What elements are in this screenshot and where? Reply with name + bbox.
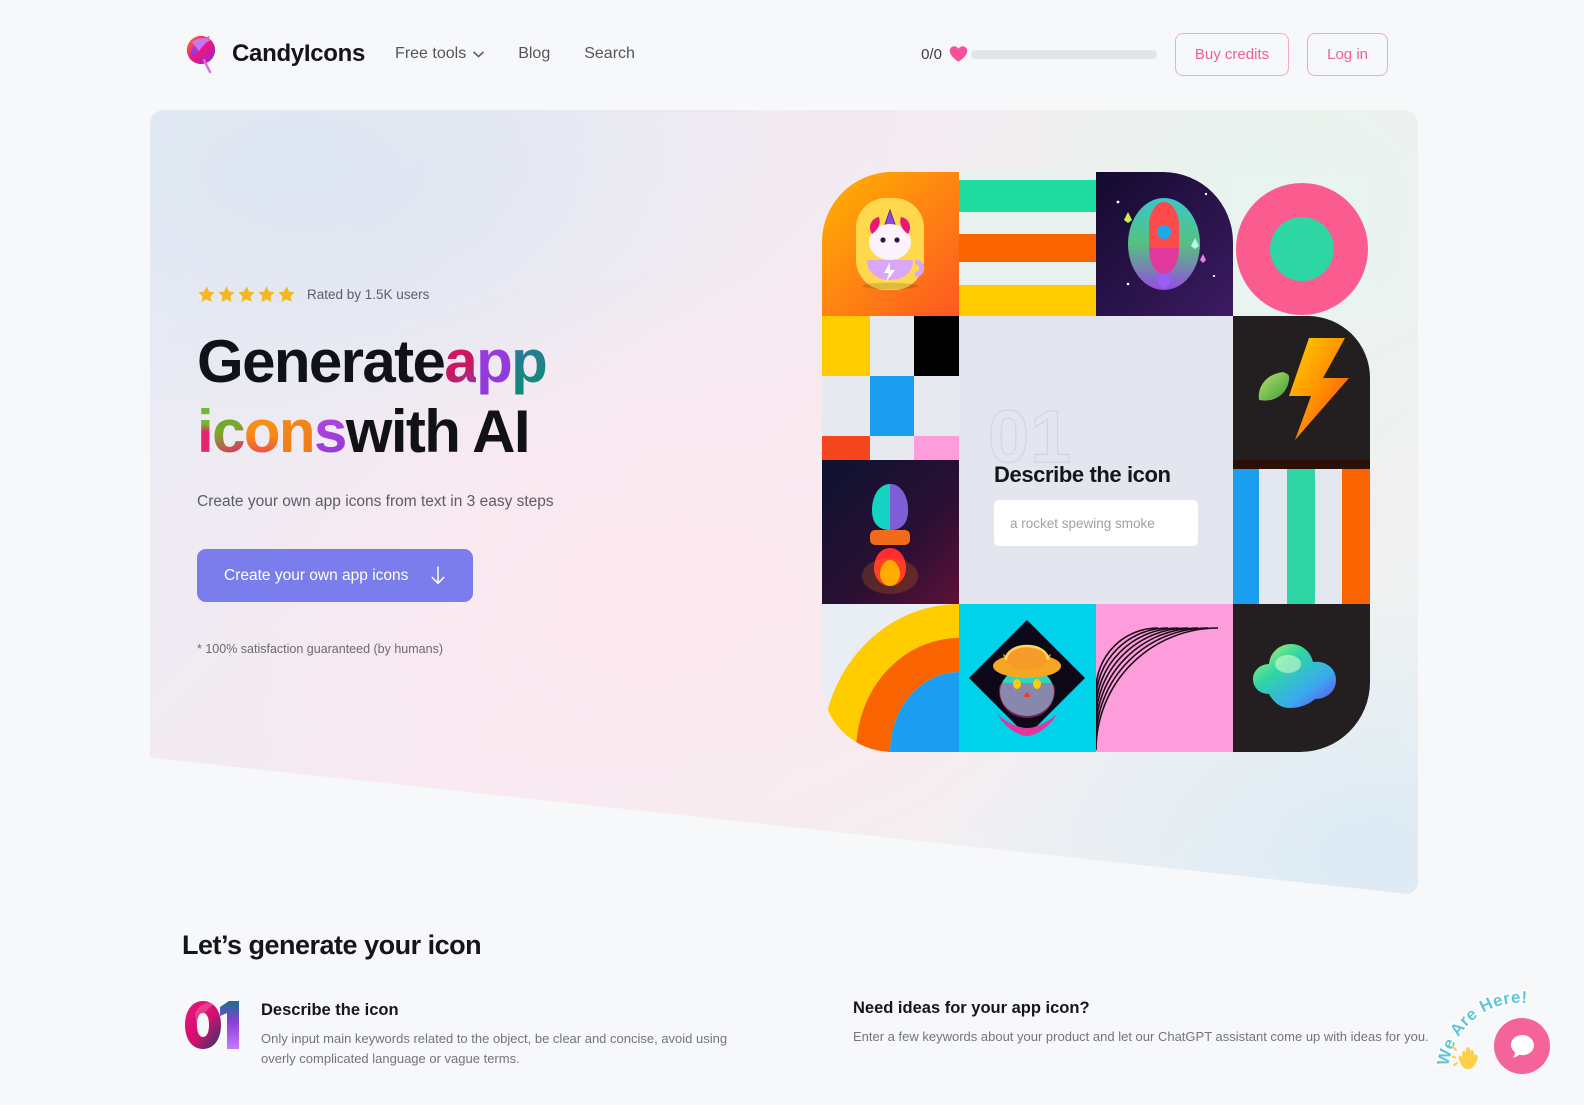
site-header: CandyIcons Free tools Blog Search 0/0 Bu… xyxy=(0,0,1584,108)
page-title: Generate app icons with AI xyxy=(197,327,717,467)
header-actions: 0/0 Buy credits Log in xyxy=(921,32,1388,76)
star-rating xyxy=(197,285,296,304)
headline-letter-p2: p xyxy=(511,327,548,397)
pink-line-arc-icon xyxy=(1096,604,1233,752)
collage-tile-pink-line-arc xyxy=(1096,604,1233,752)
page-root: CandyIcons Free tools Blog Search 0/0 Bu… xyxy=(0,0,1584,1105)
create-icons-button[interactable]: Create your own app icons xyxy=(197,549,474,603)
headline-letter-s: s xyxy=(314,397,347,467)
stripes-tile-icon xyxy=(959,172,1096,316)
headline-letter-p1: p xyxy=(476,327,513,397)
step-item-01: Describe the icon Only input main keywor… xyxy=(182,999,734,1069)
chat-open-button[interactable] xyxy=(1494,1018,1550,1074)
waving-hand-icon xyxy=(1452,1046,1478,1069)
collage-tile-rocket-dark xyxy=(822,460,959,604)
star-icon xyxy=(258,286,275,303)
star-icon xyxy=(238,286,255,303)
collage-tile-rainbow-arc xyxy=(822,604,959,752)
pink-donut-icon xyxy=(1233,172,1370,316)
credits-progress-bar xyxy=(970,49,1157,59)
nav-label-blog: Blog xyxy=(518,45,551,62)
star-icon xyxy=(218,286,235,303)
collage-tile-unicorn-in-cup xyxy=(822,172,959,316)
heart-icon xyxy=(949,46,968,62)
checker-squares-icon xyxy=(822,316,959,460)
chat-widget: We Are Here! xyxy=(1432,985,1584,1105)
vertical-stripes-icon xyxy=(1233,460,1370,604)
nav-item-blog[interactable]: Blog xyxy=(518,45,550,63)
guarantee-text: * 100% satisfaction guaranteed (by human… xyxy=(197,642,443,657)
login-button[interactable]: Log in xyxy=(1307,32,1388,76)
collage-tile-rocket-galaxy xyxy=(1096,172,1233,316)
headline-letter-a: a xyxy=(444,327,477,397)
credits-count: 0/0 xyxy=(921,45,942,63)
rating-row: Rated by 1.5K users xyxy=(197,285,717,304)
section-title: Let’s generate your icon xyxy=(182,930,482,960)
credits-meter: 0/0 xyxy=(921,45,1157,63)
create-icons-button-label: Create your own app icons xyxy=(224,566,409,584)
collage-tile-checker-top xyxy=(822,316,959,460)
hero-copy: Rated by 1.5K users Generate app icons wi… xyxy=(197,285,717,656)
buy-credits-button[interactable]: Buy credits xyxy=(1174,32,1290,76)
collage-tile-vertical-stripes xyxy=(1233,460,1370,604)
brand-logo[interactable]: CandyIcons xyxy=(182,32,365,76)
arrow-down-icon xyxy=(431,566,445,585)
collage-tile-stripes xyxy=(959,172,1096,316)
nav-item-search[interactable]: Search xyxy=(584,45,635,63)
panel-title-describe-the-icon: Describe the icon xyxy=(994,462,1171,487)
step-number-01-icon xyxy=(185,1001,239,1049)
star-icon xyxy=(198,286,215,303)
unicorn-in-cup-icon xyxy=(822,172,959,316)
main-nav: Free tools Blog Search xyxy=(395,45,635,63)
hero-subheadline: Create your own app icons from text in 3… xyxy=(197,493,554,511)
cat-in-hat-icon xyxy=(959,604,1096,752)
generate-section: Let’s generate your icon Describe the ic… xyxy=(0,930,1584,1069)
ideas-panel: Need ideas for your app icon? Enter a fe… xyxy=(853,999,1473,1069)
collage-tile-leaf-bolt xyxy=(1233,316,1370,460)
chat-bubble-icon xyxy=(1510,1034,1534,1058)
headline-letter-o: o xyxy=(244,397,281,467)
hero-section: Rated by 1.5K users Generate app icons wi… xyxy=(150,110,1418,895)
rainbow-arc-icon xyxy=(822,604,959,752)
rocket-dark-icon xyxy=(822,460,959,604)
hero-icon-collage: 01 Describe the icon a rocket spewing sm… xyxy=(822,172,1370,752)
steps-row: Describe the icon Only input main keywor… xyxy=(182,999,1584,1069)
nav-item-free-tools[interactable]: Free tools xyxy=(395,45,484,63)
rocket-galaxy-icon xyxy=(1096,172,1233,316)
brand-name: CandyIcons xyxy=(232,40,366,67)
nav-label-free-tools: Free tools xyxy=(395,45,467,62)
describe-icon-input[interactable]: a rocket spewing smoke xyxy=(994,500,1198,546)
step-description: Only input main keywords related to the … xyxy=(261,1031,728,1067)
collage-tile-cat-in-hat xyxy=(959,604,1096,752)
headline-with-ai: with AI xyxy=(345,398,531,466)
ideas-panel-description: Enter a few keywords about your product … xyxy=(853,1029,1429,1044)
collage-tile-gradient-cloud xyxy=(1233,604,1370,752)
star-icon xyxy=(278,286,295,303)
step-title: Describe the icon xyxy=(261,1001,399,1019)
rating-text: Rated by 1.5K users xyxy=(307,287,430,302)
headline-word-generate: Generate xyxy=(197,328,446,395)
chevron-down-icon xyxy=(473,51,484,57)
ideas-panel-title: Need ideas for your app icon? xyxy=(853,999,1090,1017)
collage-tile-donut xyxy=(1233,172,1370,316)
step-body: Describe the icon Only input main keywor… xyxy=(261,999,734,1069)
headline-letter-c: c xyxy=(212,397,245,467)
gradient-cloud-icon xyxy=(1233,604,1370,752)
nav-label-search: Search xyxy=(584,45,635,62)
candy-swirl-logo-icon xyxy=(182,32,220,76)
leaf-bolt-icon xyxy=(1233,316,1370,460)
headline-letter-n: n xyxy=(279,397,316,467)
headline-letter-i: i xyxy=(197,397,214,467)
